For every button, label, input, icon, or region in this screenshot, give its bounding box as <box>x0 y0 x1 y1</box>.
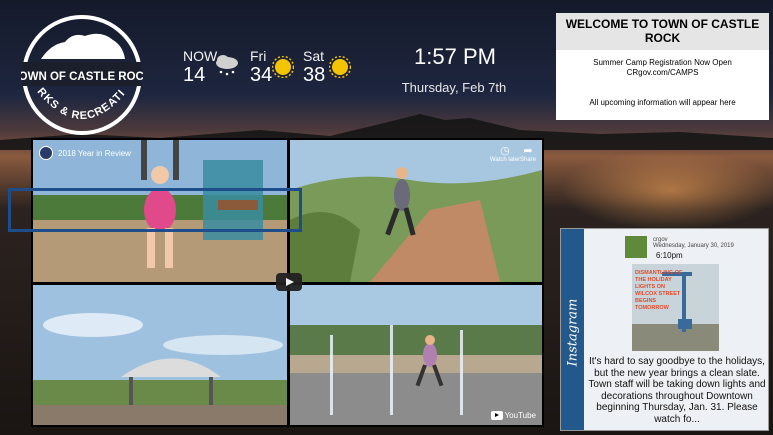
highlight-frame <box>8 188 302 232</box>
share-label: Share <box>519 157 536 163</box>
welcome-line1: Summer Camp Registration Now Open <box>593 58 732 67</box>
sun-icon <box>272 56 294 78</box>
welcome-panel: WELCOME TO TOWN OF CASTLE ROCK Summer Ca… <box>556 13 769 120</box>
weather-temp: 34 <box>250 64 273 86</box>
instagram-post-image: DISMANTLING OF THE HOLIDAY LIGHTS ON WIL… <box>632 264 719 351</box>
welcome-line2: CRgov.com/CAMPS <box>626 68 699 77</box>
weather-now: NOW 14 <box>183 48 243 88</box>
share-icon: ➦ <box>523 145 533 157</box>
youtube-brand: YouTube <box>504 411 536 420</box>
cloud-snow-icon <box>216 55 238 76</box>
share-button[interactable]: ➦ Share <box>520 144 536 163</box>
watch-later-label: Watch later <box>489 157 520 163</box>
sun-icon <box>329 56 351 78</box>
channel-icon <box>39 146 53 160</box>
weather-label: Sat <box>303 48 325 64</box>
video-title-bar[interactable]: 2018 Year in Review <box>39 146 131 160</box>
weather-sat: Sat 38 <box>303 48 353 88</box>
avatar <box>625 236 647 258</box>
instagram-date: Wednesday, January 30, 2019 <box>653 243 734 249</box>
video-player[interactable]: 2018 Year in Review ◷ Watch later ➦ Shar… <box>31 138 544 427</box>
youtube-logo[interactable]: YouTube <box>490 411 536 420</box>
watch-later-button[interactable]: ◷ Watch later <box>490 144 520 163</box>
video-scene-fountain: YouTube <box>290 285 542 425</box>
city-lights-glow <box>560 150 773 230</box>
instagram-label: Instagram <box>565 298 581 367</box>
clock-icon: ◷ <box>500 145 510 157</box>
welcome-line3: All upcoming information will appear her… <box>589 98 736 107</box>
weather-temp: 38 <box>303 64 326 86</box>
video-scene-trail: ◷ Watch later ➦ Share <box>290 140 542 282</box>
parks-recreation-logo: TOWN OF CASTLE ROCK PARKS & RECREATION <box>21 14 143 135</box>
instagram-time: 6:10pm <box>656 251 683 260</box>
video-scene-pavilion <box>33 285 287 425</box>
welcome-title: WELCOME TO TOWN OF CASTLE ROCK <box>556 13 769 50</box>
clock-date: Thursday, Feb 7th <box>401 80 507 95</box>
logo-line1: TOWN OF CASTLE ROCK <box>21 71 143 83</box>
weather-fri: Fri 34 <box>250 48 296 88</box>
youtube-play-icon <box>490 411 503 420</box>
instagram-panel: Instagram crgov Wednesday, January 30, 2… <box>560 228 769 431</box>
clock-time: 1:57 PM <box>414 44 496 69</box>
weather-temp: 14 <box>183 64 206 86</box>
instagram-sidebar: Instagram <box>561 229 584 430</box>
instagram-caption: It's hard to say goodbye to the holidays… <box>588 356 766 425</box>
video-title: 2018 Year in Review <box>58 148 131 158</box>
play-button[interactable] <box>276 273 302 291</box>
instagram-image-text: DISMANTLING OF THE HOLIDAY LIGHTS ON WIL… <box>635 270 683 311</box>
weather-label: Fri <box>250 48 267 64</box>
